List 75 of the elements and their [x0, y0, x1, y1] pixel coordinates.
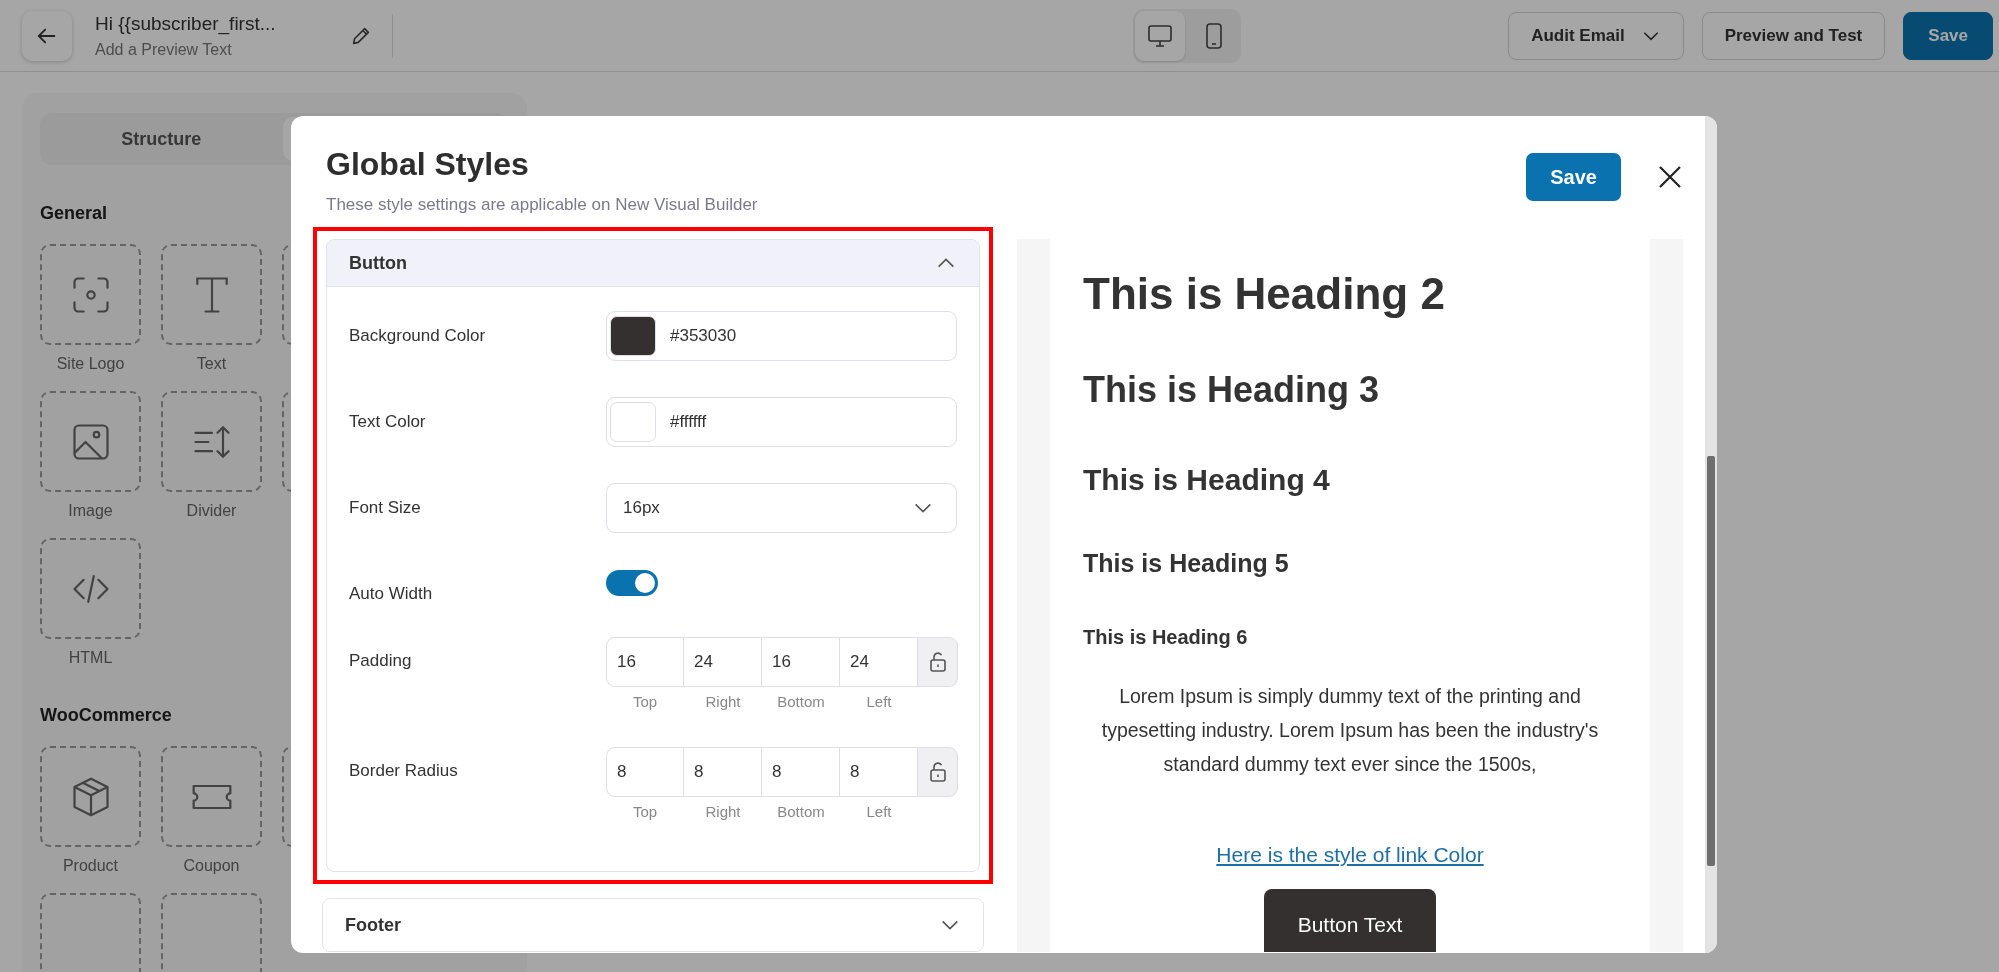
block-tile[interactable] [161, 893, 262, 972]
scrollbar[interactable] [1705, 116, 1717, 953]
side-caption: Bottom [776, 803, 826, 820]
number-field[interactable]: 8 [762, 747, 840, 797]
setting-label: Background Color [349, 326, 487, 346]
side-caption: Top [631, 803, 659, 820]
preview-heading: This is Heading 5 [1083, 549, 1290, 578]
side-caption: Right [704, 803, 742, 820]
group-heading: General [40, 203, 108, 224]
close-icon [1657, 164, 1683, 190]
dialog-title: Global Styles [326, 146, 530, 183]
save-button[interactable]: Save [1526, 153, 1621, 201]
side-caption: Bottom [776, 693, 826, 710]
font-size-select[interactable]: 16px [606, 483, 957, 533]
side-caption: Right [704, 693, 742, 710]
setting-label: Text Color [349, 412, 427, 432]
preview-text: Add a Preview Text [95, 40, 233, 59]
block-tile[interactable] [40, 538, 141, 639]
setting-label: Border Radius [349, 760, 459, 781]
block-tile[interactable] [40, 746, 141, 847]
save-button[interactable]: Save [1903, 11, 1993, 60]
block-tile[interactable] [40, 244, 141, 345]
padlock-icon [928, 762, 947, 782]
block-tile[interactable] [40, 391, 141, 492]
phone-icon [1206, 22, 1222, 49]
number-field[interactable]: 16 [762, 637, 840, 687]
number-field[interactable]: 8 [840, 747, 918, 797]
preview-paragraph: Lorem Ipsum is simply dummy text of the printing and typesetting industry. Lorem Ipsum has been the industry's standard dummy text ever since the 1500s, [1100, 684, 1600, 777]
accordion-header[interactable]: Button [327, 240, 979, 287]
tile-label: Divider [186, 502, 237, 520]
audit-email-button[interactable]: Audit Email [1508, 11, 1684, 60]
block-tile[interactable] [161, 244, 262, 345]
tile-label: Text [196, 355, 227, 373]
tile-label: HTML [68, 649, 113, 667]
number-field[interactable]: 8 [606, 747, 684, 797]
number-field[interactable]: 8 [684, 747, 762, 797]
color-swatch[interactable] [610, 316, 656, 356]
tile-label: Product [62, 857, 119, 875]
tile-label: Site Logo [56, 355, 125, 373]
preview-link[interactable]: Here is the style of link Color [1083, 843, 1617, 867]
padlock-icon [928, 652, 947, 672]
tile-label: Image [68, 502, 113, 520]
setting-label: Padding [349, 650, 413, 671]
preview-heading: This is Heading 3 [1083, 369, 1381, 411]
setting-label: Auto Width [349, 584, 434, 604]
number-field[interactable]: 24 [684, 637, 762, 687]
email-subject: Hi {{subscriber_first... [95, 12, 277, 35]
dialog-subtitle: These style settings are applicable on New Visual Builder [326, 195, 758, 215]
number-field[interactable]: 16 [606, 637, 684, 687]
tile-label: Coupon [183, 857, 240, 875]
accordion-header[interactable]: Footer [323, 899, 983, 951]
side-caption: Left [865, 693, 893, 710]
monitor-icon [1148, 24, 1172, 47]
color-field[interactable]: #353030 [606, 311, 957, 361]
group-heading: WooCommerce [40, 705, 172, 726]
setting-label: Font Size [349, 498, 422, 518]
lock-button[interactable] [918, 747, 958, 797]
block-tile[interactable] [40, 893, 141, 972]
side-caption: Top [631, 693, 659, 710]
block-tile[interactable] [161, 746, 262, 847]
color-swatch[interactable] [610, 402, 656, 442]
toggle-switch[interactable] [606, 570, 658, 596]
close-button[interactable] [1657, 164, 1683, 190]
preview-and-test-button[interactable]: Preview and Test [1701, 11, 1886, 60]
color-field[interactable]: #ffffff [606, 397, 957, 447]
side-caption: Left [865, 803, 893, 820]
back-button[interactable] [22, 10, 72, 61]
number-field[interactable]: 24 [840, 637, 918, 687]
preview-heading: This is Heading 6 [1083, 626, 1249, 649]
block-tile[interactable] [161, 391, 262, 492]
lock-button[interactable] [918, 637, 958, 687]
preview-heading: This is Heading 4 [1083, 463, 1331, 497]
desktop-view-button[interactable] [1135, 10, 1185, 61]
preview-button[interactable]: Button Text [1263, 889, 1437, 952]
preview-heading: This is Heading 2 [1083, 269, 1446, 319]
